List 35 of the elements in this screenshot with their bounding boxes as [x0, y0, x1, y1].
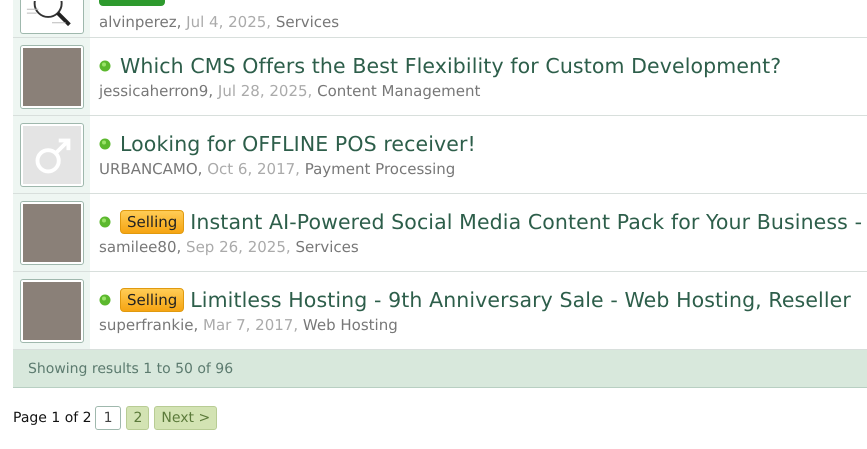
forum-link[interactable]: Content Management: [317, 82, 480, 100]
next-page-link[interactable]: Next >: [154, 406, 218, 430]
forum-link[interactable]: Web Hosting: [302, 316, 398, 334]
date-link[interactable]: Jul 28, 2025,: [218, 82, 312, 100]
date-link[interactable]: Jul 4, 2025,: [186, 13, 272, 31]
thread-title-link[interactable]: Looking for OFFLINE POS receiver!: [120, 132, 476, 156]
status-dot-icon: [99, 294, 111, 306]
male-symbol-avatar-icon[interactable]: [22, 126, 80, 184]
page-link[interactable]: 1: [94, 406, 122, 430]
thread-title-link[interactable]: Which CMS Offers the Best Flexibility for Custom Development?: [120, 54, 782, 78]
date-link[interactable]: Oct 6, 2017,: [207, 160, 300, 178]
forum-link[interactable]: Payment Processing: [304, 160, 456, 178]
avatar-photo-placeholder[interactable]: [22, 282, 80, 340]
results-count-text: Showing results 1 to 50 of 96: [28, 360, 234, 376]
thread-title-link[interactable]: Instant AI-Powered Social Media Content Pack for Your Business -: [190, 210, 862, 234]
status-dot-icon: [99, 60, 111, 72]
badge-bar: [99, 0, 165, 6]
selling-tag: Selling: [120, 210, 184, 234]
status-dot-icon: [99, 138, 111, 150]
page-count-text: Page 1 of 2: [13, 410, 92, 426]
page-link[interactable]: 2: [126, 406, 150, 430]
forum-link[interactable]: Services: [295, 238, 359, 256]
author-link[interactable]: superfrankie,: [99, 316, 198, 334]
thread-title-link[interactable]: Limitless Hosting - 9th Anniversary Sale - Web Hosting, Reseller: [190, 288, 851, 312]
author-link[interactable]: jessicaherron9,: [99, 82, 214, 100]
author-link[interactable]: URBANCAMO,: [99, 160, 202, 178]
author-link[interactable]: alvinperez,: [99, 13, 182, 31]
date-link[interactable]: Sep 26, 2025,: [186, 238, 291, 256]
selling-tag: Selling: [120, 288, 184, 312]
date-link[interactable]: Mar 7, 2017,: [203, 316, 298, 334]
author-link[interactable]: samilee80,: [99, 238, 182, 256]
status-dot-icon: [99, 216, 111, 228]
avatar-photo-placeholder[interactable]: [22, 204, 80, 262]
avatar-photo-placeholder[interactable]: [22, 48, 80, 106]
forum-link[interactable]: Services: [276, 13, 340, 31]
